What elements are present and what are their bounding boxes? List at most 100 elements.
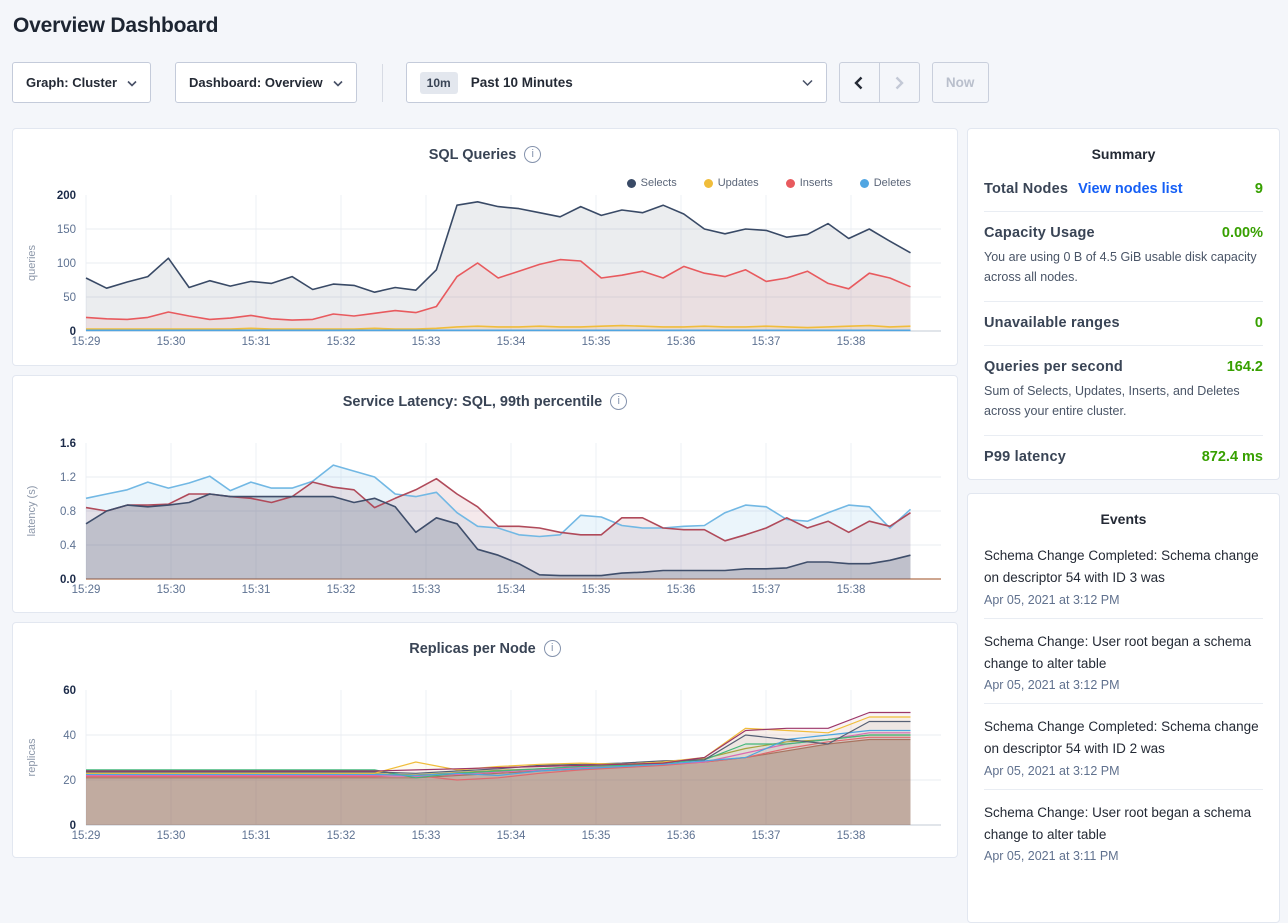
time-range-label: Past 10 Minutes bbox=[471, 75, 573, 90]
svg-text:15:32: 15:32 bbox=[327, 584, 356, 596]
time-range-badge: 10m bbox=[420, 72, 458, 94]
event-message: Schema Change: User root began a schema … bbox=[984, 631, 1263, 676]
svg-text:15:36: 15:36 bbox=[667, 336, 696, 348]
svg-text:15:38: 15:38 bbox=[837, 336, 866, 348]
summary-value: 0 bbox=[1255, 315, 1263, 331]
events-title: Events bbox=[984, 494, 1263, 533]
summary-row: Total NodesView nodes list9 bbox=[984, 168, 1263, 212]
svg-text:latency (s): latency (s) bbox=[26, 486, 38, 537]
svg-text:15:29: 15:29 bbox=[72, 830, 101, 842]
svg-text:15:30: 15:30 bbox=[157, 830, 186, 842]
event-timestamp: Apr 05, 2021 at 3:12 PM bbox=[984, 593, 1263, 607]
summary-label: P99 latency bbox=[984, 449, 1066, 465]
chevron-down-icon bbox=[802, 74, 813, 92]
svg-text:150: 150 bbox=[57, 224, 76, 236]
replicas-per-node-chart[interactable]: 604020015:2915:3015:3115:3215:3315:3415:… bbox=[13, 680, 957, 850]
toolbar: Graph: Cluster Dashboard: Overview 10m P… bbox=[12, 62, 1276, 103]
summary-row: Capacity Usage 0.00% You are using 0 B of … bbox=[984, 212, 1263, 302]
svg-text:15:36: 15:36 bbox=[667, 584, 696, 596]
graph-dropdown-label: Graph: Cluster bbox=[26, 75, 117, 90]
dashboard-dropdown-label: Dashboard: Overview bbox=[189, 75, 323, 90]
now-button[interactable]: Now bbox=[932, 62, 989, 103]
summary-panel: Summary Total NodesView nodes list9Capac… bbox=[967, 128, 1280, 480]
svg-text:200: 200 bbox=[57, 190, 76, 202]
svg-text:15:31: 15:31 bbox=[242, 336, 271, 348]
svg-text:50: 50 bbox=[63, 292, 76, 304]
event-message: Schema Change Completed: Schema change o… bbox=[984, 716, 1263, 761]
summary-title: Summary bbox=[984, 129, 1263, 168]
summary-label: Queries per second bbox=[984, 359, 1123, 375]
summary-row: P99 latency 872.4 ms bbox=[984, 436, 1263, 479]
summary-value: 164.2 bbox=[1227, 359, 1263, 375]
event-timestamp: Apr 05, 2021 at 3:11 PM bbox=[984, 849, 1263, 863]
summary-value: 9 bbox=[1255, 181, 1263, 197]
event-item[interactable]: Schema Change: User root began a schema … bbox=[984, 790, 1263, 875]
chart-card-sql-queries: SQL Queries i SelectsUpdatesInsertsDelet… bbox=[12, 128, 958, 366]
toolbar-divider bbox=[382, 64, 383, 102]
summary-label: Unavailable ranges bbox=[984, 315, 1120, 331]
svg-text:15:29: 15:29 bbox=[72, 336, 101, 348]
svg-text:15:32: 15:32 bbox=[327, 336, 356, 348]
page-title: Overview Dashboard bbox=[0, 0, 1288, 38]
sql-queries-chart[interactable]: 20015010050015:2915:3015:3115:3215:3315:… bbox=[13, 185, 957, 355]
svg-text:60: 60 bbox=[63, 685, 76, 697]
svg-text:15:31: 15:31 bbox=[242, 830, 271, 842]
dashboard-dropdown[interactable]: Dashboard: Overview bbox=[175, 62, 357, 103]
main-content: SQL Queries i SelectsUpdatesInsertsDelet… bbox=[12, 128, 1280, 923]
event-message: Schema Change: User root began a schema … bbox=[984, 802, 1263, 847]
time-next-button[interactable] bbox=[879, 63, 919, 102]
chart-title: Service Latency: SQL, 99th percentile bbox=[343, 394, 603, 410]
graph-dropdown[interactable]: Graph: Cluster bbox=[12, 62, 151, 103]
svg-text:15:35: 15:35 bbox=[582, 830, 611, 842]
sidebar: Summary Total NodesView nodes list9Capac… bbox=[967, 128, 1280, 923]
svg-text:15:29: 15:29 bbox=[72, 584, 101, 596]
svg-text:15:36: 15:36 bbox=[667, 830, 696, 842]
event-item[interactable]: Schema Change: User root began a schema … bbox=[984, 619, 1263, 705]
summary-label: Capacity Usage bbox=[984, 225, 1095, 241]
summary-value: 872.4 ms bbox=[1202, 449, 1263, 465]
info-icon[interactable]: i bbox=[544, 640, 561, 657]
svg-text:15:32: 15:32 bbox=[327, 830, 356, 842]
summary-subtext: You are using 0 B of 4.5 GiB usable disk… bbox=[984, 247, 1263, 287]
chevron-down-icon bbox=[127, 75, 137, 90]
event-item[interactable]: Schema Change Completed: Schema change o… bbox=[984, 704, 1263, 790]
svg-text:15:34: 15:34 bbox=[497, 336, 526, 348]
svg-text:40: 40 bbox=[63, 730, 76, 742]
summary-subtext: Sum of Selects, Updates, Inserts, and De… bbox=[984, 381, 1263, 421]
service-latency-chart[interactable]: 1.61.20.80.40.015:2915:3015:3115:3215:33… bbox=[13, 433, 957, 603]
charts-column: SQL Queries i SelectsUpdatesInsertsDelet… bbox=[12, 128, 958, 858]
time-nav-group bbox=[839, 62, 920, 103]
event-message: Schema Change Completed: Schema change o… bbox=[984, 545, 1263, 590]
chart-card-replicas-per-node: Replicas per Node i 604020015:2915:3015:… bbox=[12, 622, 958, 858]
svg-text:15:33: 15:33 bbox=[412, 584, 441, 596]
time-range-selector[interactable]: 10m Past 10 Minutes bbox=[406, 62, 827, 103]
view-nodes-list-link[interactable]: View nodes list bbox=[1078, 181, 1183, 197]
svg-text:15:33: 15:33 bbox=[412, 830, 441, 842]
svg-text:replicas: replicas bbox=[26, 738, 38, 776]
svg-text:15:33: 15:33 bbox=[412, 336, 441, 348]
event-item[interactable]: Schema Change Completed: Schema change o… bbox=[984, 533, 1263, 619]
svg-text:queries: queries bbox=[26, 244, 38, 281]
time-prev-button[interactable] bbox=[840, 63, 879, 102]
info-icon[interactable]: i bbox=[610, 393, 627, 410]
svg-text:15:30: 15:30 bbox=[157, 336, 186, 348]
svg-text:0.8: 0.8 bbox=[60, 506, 76, 518]
event-timestamp: Apr 05, 2021 at 3:12 PM bbox=[984, 678, 1263, 692]
svg-text:15:35: 15:35 bbox=[582, 336, 611, 348]
summary-row: Unavailable ranges 0 bbox=[984, 302, 1263, 346]
svg-text:15:37: 15:37 bbox=[752, 336, 781, 348]
svg-text:20: 20 bbox=[63, 775, 76, 787]
summary-value: 0.00% bbox=[1222, 225, 1263, 241]
chart-title: Replicas per Node bbox=[409, 641, 536, 657]
svg-text:0.4: 0.4 bbox=[60, 540, 77, 552]
event-timestamp: Apr 05, 2021 at 3:12 PM bbox=[984, 764, 1263, 778]
svg-text:15:38: 15:38 bbox=[837, 584, 866, 596]
svg-text:1.2: 1.2 bbox=[60, 472, 76, 484]
summary-row: Queries per second 164.2 Sum of Selects, U… bbox=[984, 346, 1263, 436]
svg-text:15:34: 15:34 bbox=[497, 830, 526, 842]
chart-title: SQL Queries bbox=[429, 147, 517, 163]
svg-text:15:35: 15:35 bbox=[582, 584, 611, 596]
svg-text:1.6: 1.6 bbox=[60, 438, 76, 450]
info-icon[interactable]: i bbox=[524, 146, 541, 163]
svg-text:15:34: 15:34 bbox=[497, 584, 526, 596]
